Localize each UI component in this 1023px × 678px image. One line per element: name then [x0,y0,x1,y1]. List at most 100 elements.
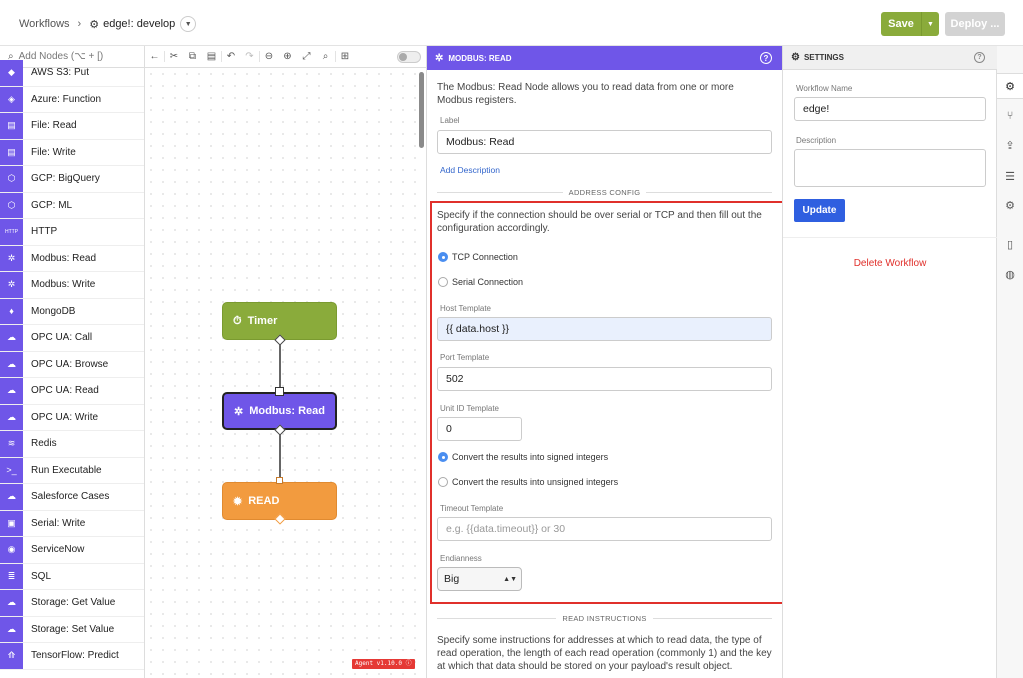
input-port[interactable] [275,387,284,396]
redo-icon[interactable]: ↷ [240,51,259,62]
editor-header: ✲ MODBUS: READ ? [427,46,782,70]
workflow-name-input[interactable]: edge! [794,97,986,121]
breadcrumb: Workflows › ⚙ edge!: develop ▼ [19,16,197,32]
palette-item-label: OPC UA: Call [31,332,93,344]
palette-item[interactable]: ☁ OPC UA: Browse [0,351,144,378]
zoom-in-icon[interactable]: ⊕ [278,51,297,62]
palette-item[interactable]: ☁ Storage: Get Value [0,590,144,617]
select-value: Big [444,573,460,585]
chevron-down-icon: ▼ [184,20,192,28]
tensorflow-icon: ⟰ [0,643,23,669]
node-label: Modbus: Read [249,405,325,417]
endianness-select[interactable]: Big ▲▼ [437,567,522,591]
palette-item[interactable]: ⬡ GCP: BigQuery [0,166,144,193]
paste-icon[interactable]: ▤ [202,51,221,62]
database-icon[interactable]: ☰ [997,163,1023,189]
palette-item[interactable]: ♦ MongoDB [0,298,144,325]
deploy-button[interactable]: Deploy ... [945,12,1005,36]
palette-item[interactable]: ☁ Salesforce Cases [0,484,144,511]
radio-unchecked [438,477,448,487]
save-options-button[interactable]: ▼ [921,12,939,36]
breadcrumb-workflows-link[interactable]: Workflows [19,18,70,30]
description-textarea[interactable] [794,149,986,187]
palette-item-label: AWS S3: Put [31,67,89,79]
settings-tab-gear-icon[interactable]: ⚙ [997,73,1023,99]
help-icon[interactable]: ? [760,52,772,64]
help-icon[interactable]: ? [974,52,985,63]
palette-item[interactable]: ▤ File: Read [0,113,144,140]
opcua-icon: ☁ [0,378,23,404]
canvas-scrollbar[interactable] [419,72,424,148]
palette-item[interactable]: ◈ Azure: Function [0,86,144,113]
radio-checked [438,252,448,262]
palette-list: ◆ AWS S3: Put ◈ Azure: Function ▤ File: Read ▤… [0,60,144,670]
collapse-palette-icon[interactable]: ← [145,51,164,62]
mobile-device-icon[interactable]: ▯ [997,231,1023,257]
port-template-input[interactable]: 502 [437,367,772,391]
save-button[interactable]: Save ▼ [881,12,939,36]
palette-item[interactable]: ◉ ServiceNow [0,537,144,564]
globe-icon[interactable]: ◍ [997,261,1023,287]
undo-icon[interactable]: ↶ [221,51,240,62]
palette-item[interactable]: ✲ Modbus: Write [0,272,144,299]
timeout-template-input[interactable]: e.g. {{data.timeout}} or 30 [437,517,772,541]
palette-item[interactable]: HTTP HTTP [0,219,144,246]
tcp-connection-radio[interactable]: TCP Connection [438,252,518,262]
palette-item[interactable]: ☁ OPC UA: Write [0,404,144,431]
delete-workflow-link[interactable]: Delete Workflow [783,258,997,269]
input-port[interactable] [276,477,283,484]
serial-connection-radio[interactable]: Serial Connection [438,277,523,287]
palette-item[interactable]: ▤ File: Write [0,139,144,166]
palette-item[interactable]: ☁ OPC UA: Call [0,325,144,352]
settings-panel: ⚙ SETTINGS ? Workflow Name edge! Descrip… [783,46,997,678]
copy-icon[interactable]: ⧉ [183,51,202,62]
label-caption: Label [440,116,460,125]
upload-icon[interactable]: ⇪ [997,132,1023,158]
add-description-link[interactable]: Add Description [440,165,500,175]
auto-layout-toggle[interactable] [397,51,421,63]
fit-view-icon[interactable]: ⤢ [297,51,316,62]
node-label: READ [248,495,280,507]
palette-item[interactable]: ◆ AWS S3: Put [0,60,144,87]
zoom-out-icon[interactable]: ⊖ [259,51,278,62]
unit-id-input[interactable]: 0 [437,417,522,441]
version-branch-icon[interactable]: ⑂ [997,103,1023,129]
radio-checked [438,452,448,462]
palette-item[interactable]: ▣ Serial: Write [0,510,144,537]
label-input[interactable]: Modbus: Read [437,130,772,154]
add-node-icon[interactable]: ⊞ [335,51,354,62]
palette-item[interactable]: ✲ Modbus: Read [0,245,144,272]
unsigned-integers-radio[interactable]: Convert the results into unsigned intege… [438,477,618,487]
canvas-toolbar: ← ✂ ⧉ ▤ ↶ ↷ ⊖ ⊕ ⤢ ⌕ ⊞ [145,46,426,68]
palette-item[interactable]: ≣ SQL [0,563,144,590]
update-button[interactable]: Update [794,199,845,222]
salesforce-icon: ☁ [0,484,23,510]
host-caption: Host Template [440,304,491,313]
node-editor-panel: ✲ MODBUS: READ ? The Modbus: Read Node a… [426,46,783,678]
section-title: ADDRESS CONFIG [568,187,641,197]
endianness-caption: Endianness [440,554,482,563]
cloud-icon: ☁ [0,616,23,642]
palette-item-label: Modbus: Read [31,252,97,264]
agent-version-text: Agent v1.10.0 [355,660,402,667]
gear-refresh-icon[interactable]: ⚙ [997,192,1023,218]
stopwatch-icon: ⏱ [233,314,242,327]
palette-item[interactable]: ⬡ GCP: ML [0,192,144,219]
servicenow-icon: ◉ [0,537,23,563]
palette-item-label: Modbus: Write [31,279,96,291]
palette-item[interactable]: ☁ OPC UA: Read [0,378,144,405]
palette-item[interactable]: ☁ Storage: Set Value [0,616,144,643]
host-template-input[interactable]: {{ data.host }} [437,317,772,341]
palette-item-label: GCP: BigQuery [31,173,100,185]
palette-item[interactable]: ≋ Redis [0,431,144,458]
settings-title: SETTINGS [803,53,844,62]
palette-item-label: File: Write [31,146,76,158]
workflow-canvas[interactable] [145,68,426,678]
signed-integers-radio[interactable]: Convert the results into signed integers [438,452,608,462]
zoom-reset-icon[interactable]: ⌕ [316,51,335,62]
palette-item[interactable]: >_ Run Executable [0,457,144,484]
cut-icon[interactable]: ✂ [164,51,183,62]
palette-item[interactable]: ⟰ TensorFlow: Predict [0,643,144,670]
workflow-dropdown-button[interactable]: ▼ [180,16,197,32]
palette-item-label: GCP: ML [31,199,73,211]
